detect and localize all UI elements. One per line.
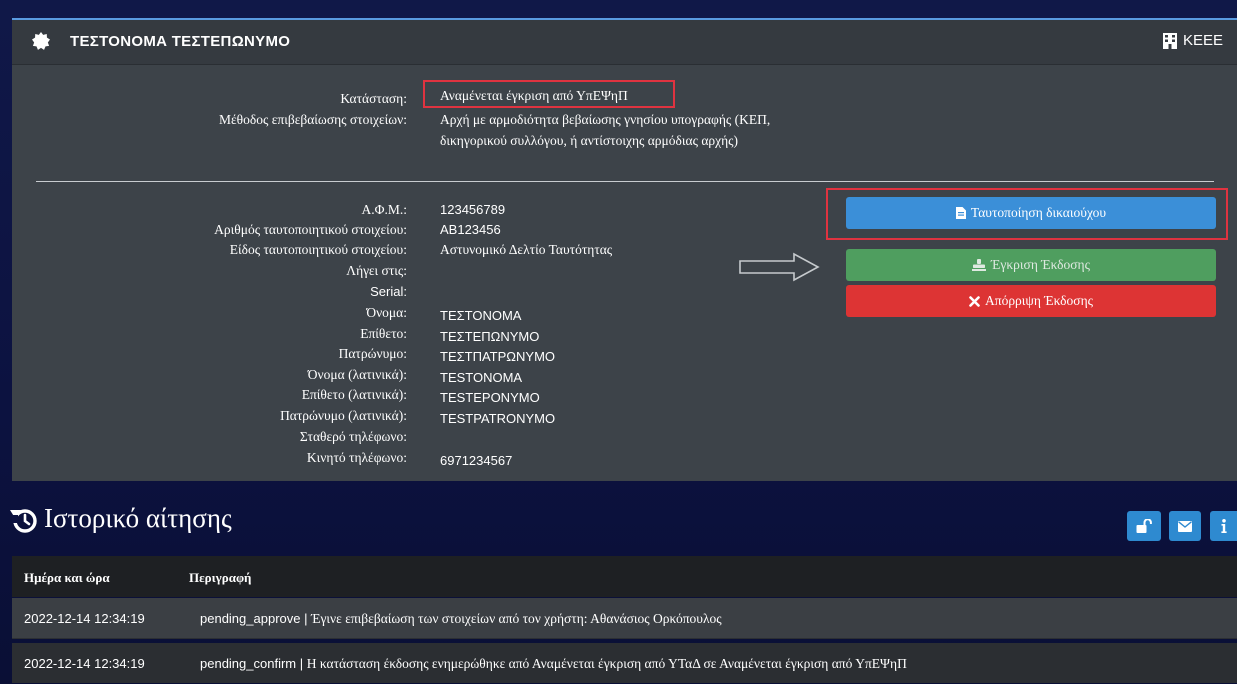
field-value: 6971234567 — [440, 453, 513, 468]
field-label: Επίθετο (λατινικά): — [301, 387, 407, 402]
envelope-icon — [1178, 520, 1192, 532]
unlock-icon — [1136, 519, 1152, 533]
status-value: Αναμένεται έγκριση από ΥπΕΨηΠ — [440, 88, 628, 103]
field-value: ΤΕΣΤΟΝΟΜΑ — [440, 308, 522, 323]
close-icon — [969, 295, 980, 307]
applicant-card: ΤΕΣΤΟΝΟΜΑ ΤΕΣΤΕΠΩΝΥΜΟ ΚΕΕΕ Κατάσταση: Αν… — [12, 18, 1237, 481]
field-value: AB123456 — [440, 222, 501, 237]
column-header-datetime: Ημέρα και ώρα — [24, 570, 110, 585]
history-icon — [10, 509, 37, 533]
table-row: 2022-12-14 12:34:19 pending_approve | Έγ… — [12, 598, 1237, 639]
field-label: Serial: — [370, 284, 407, 299]
row-status-code: pending_confirm | — [200, 656, 307, 671]
field-value: TESTONOMA — [440, 370, 523, 385]
row-status-code: pending_approve | — [200, 611, 312, 626]
history-table-header: Ημέρα και ώρα Περιγραφή — [12, 556, 1237, 597]
approve-issuance-button[interactable]: Έγκριση Έκδοσης — [846, 249, 1216, 281]
column-header-description: Περιγραφή — [189, 570, 252, 585]
organization-label: ΚΕΕΕ — [1162, 32, 1223, 49]
unlock-button[interactable] — [1127, 511, 1161, 541]
card-header: ΤΕΣΤΟΝΟΜΑ ΤΕΣΤΕΠΩΝΥΜΟ ΚΕΕΕ — [12, 20, 1237, 65]
identify-beneficiary-button[interactable]: Ταυτοποίηση δικαιούχου — [846, 197, 1216, 229]
badge-icon — [32, 32, 50, 50]
field-label: Α.Φ.Μ.: — [361, 202, 408, 217]
reject-issuance-label: Απόρριψη Έκδοσης — [985, 293, 1093, 308]
history-title: Ιστορικό αίτησης — [44, 503, 232, 533]
field-label: Επίθετο: — [360, 326, 407, 341]
applicant-name-title: ΤΕΣΤΟΝΟΜΑ ΤΕΣΤΕΠΩΝΥΜΟ — [70, 33, 291, 50]
field-label: Όνομα (λατινικά): — [307, 367, 407, 382]
email-button[interactable] — [1169, 511, 1201, 541]
field-value: ΤΕΣΤΕΠΩΝΥΜΟ — [440, 329, 540, 344]
row-datetime: 2022-12-14 12:34:19 — [24, 611, 145, 626]
arrow-right-icon — [739, 252, 820, 282]
stamp-icon — [972, 259, 987, 271]
organization-name: ΚΕΕΕ — [1182, 32, 1223, 49]
field-label: Αριθμός ταυτοποιητικού στοιχείου: — [214, 222, 407, 237]
field-label: Κινητό τηλέφωνο: — [306, 450, 407, 465]
row-description-text: Η κατάσταση έκδοσης ενημερώθηκε από Αναμ… — [306, 656, 907, 671]
field-label: Όνομα: — [366, 305, 407, 320]
verification-method-value: Αρχή με αρμοδιότητα βεβαίωσης γνησίου υπ… — [440, 112, 771, 148]
reject-issuance-button[interactable]: Απόρριψη Έκδοσης — [846, 285, 1216, 317]
field-label: Πατρώνυμο (λατινικά): — [280, 408, 407, 423]
building-icon — [1162, 32, 1177, 49]
field-value: 123456789 — [440, 202, 506, 217]
status-label: Κατάσταση: — [340, 91, 407, 106]
field-value: TESTPATRONYMO — [440, 411, 556, 426]
field-label: Λήγει στις: — [346, 263, 407, 278]
field-value: TESTEPONYMO — [440, 390, 540, 405]
row-description-text: Έγινε επιβεβαίωση των στοιχείων από τον … — [311, 611, 722, 626]
field-label: Σταθερό τηλέφωνο: — [299, 429, 407, 444]
table-row: 2022-12-14 12:34:19 pending_confirm | Η … — [12, 643, 1237, 683]
approve-issuance-label: Έγκριση Έκδοσης — [991, 257, 1090, 272]
identify-beneficiary-label: Ταυτοποίηση δικαιούχου — [970, 205, 1107, 220]
info-button[interactable] — [1210, 511, 1237, 541]
row-description: pending_approve | Έγινε επιβεβαίωση των … — [200, 611, 722, 627]
row-description: pending_confirm | Η κατάσταση έκδοσης εν… — [200, 656, 907, 672]
document-icon — [955, 207, 966, 219]
section-divider — [36, 181, 1214, 182]
verification-method-label: Μέθοδος επιβεβαίωσης στοιχείων: — [218, 112, 407, 127]
row-datetime: 2022-12-14 12:34:19 — [24, 656, 145, 671]
info-icon — [1220, 519, 1227, 533]
field-label: Είδος ταυτοποιητικού στοιχείου: — [229, 242, 407, 257]
field-value: Αστυνομικό Δελτίο Ταυτότητας — [440, 242, 613, 257]
field-value: ΤΕΣΤΠΑΤΡΩΝΥΜΟ — [440, 349, 556, 364]
field-label: Πατρώνυμο: — [338, 346, 407, 361]
